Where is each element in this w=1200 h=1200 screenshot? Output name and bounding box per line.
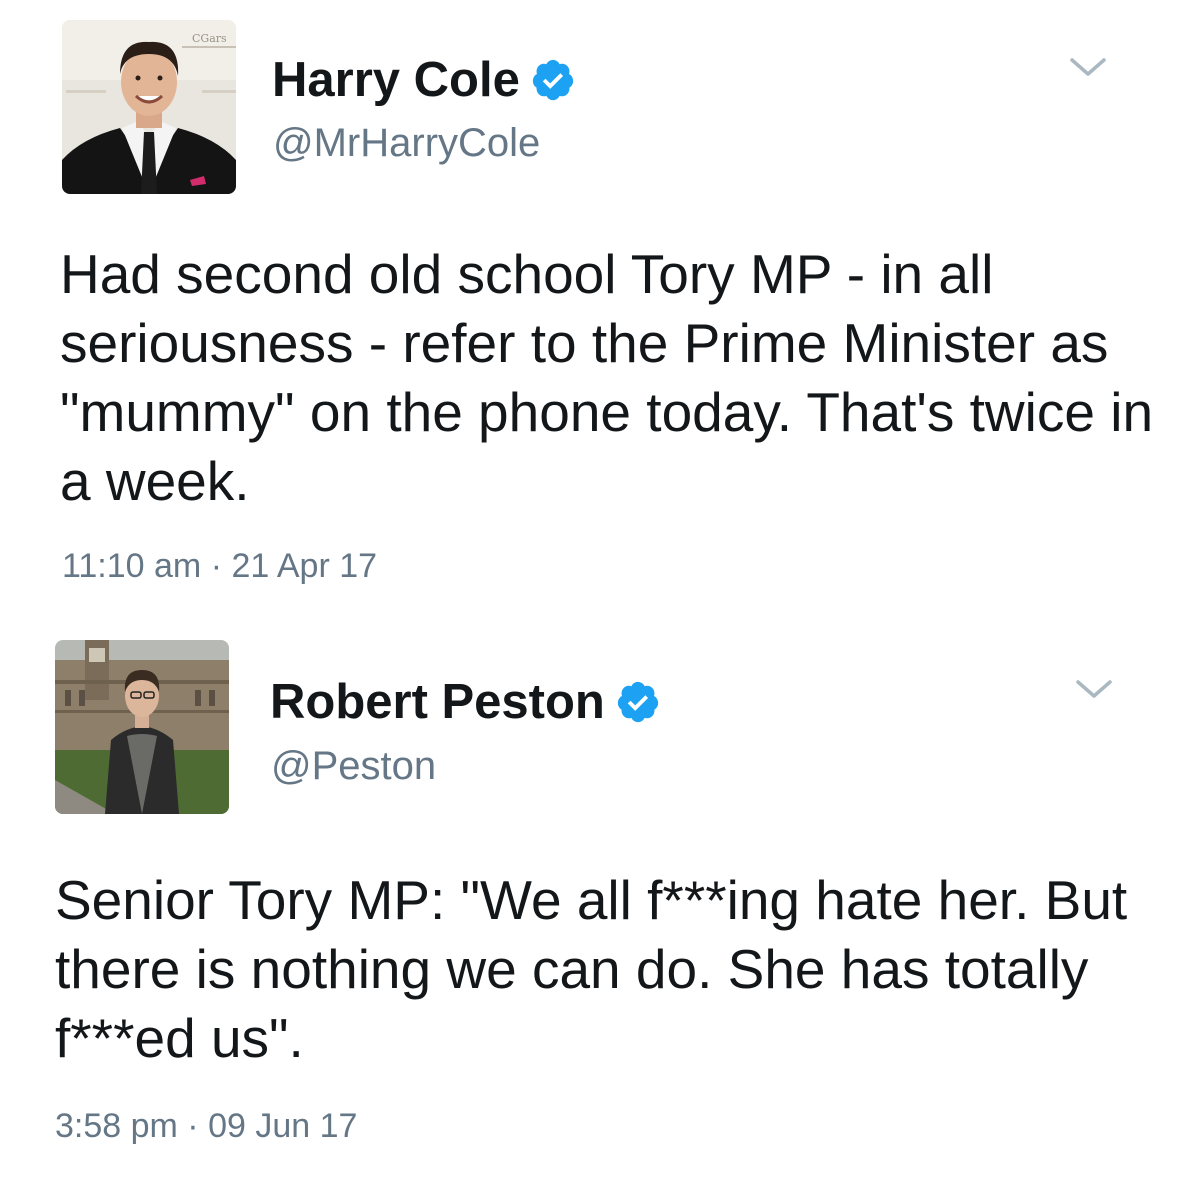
display-name-text: Robert Peston [270, 675, 605, 729]
tweet[interactable]: Robert Peston @Peston Senior Tory MP: "W… [0, 620, 1200, 1200]
tweet-date: 21 Apr 17 [231, 547, 378, 585]
avatar-photo: CGars [62, 20, 236, 194]
meta-separator: · [177, 1107, 209, 1145]
chevron-down-icon[interactable] [1068, 52, 1108, 82]
display-name[interactable]: Harry Cole [272, 52, 576, 108]
tweet-timestamp[interactable]: 11:10 am · 21 Apr 17 [62, 546, 377, 586]
chevron-down-icon[interactable] [1074, 674, 1114, 704]
tweet-text: Senior Tory MP: "We all f***ing hate her… [55, 869, 1128, 1069]
avatar[interactable]: CGars [62, 20, 236, 194]
verified-badge-icon [530, 57, 576, 103]
user-handle[interactable]: @Peston [271, 743, 436, 789]
verified-badge-icon [615, 679, 661, 725]
display-name[interactable]: Robert Peston [270, 674, 661, 730]
tweet-time: 11:10 am [62, 547, 202, 585]
avatar-sign-text: CGars [192, 32, 227, 45]
display-name-text: Harry Cole [272, 53, 520, 107]
tweet-text: Had second old school Tory MP - in all s… [60, 243, 1154, 512]
tweet-feed: CGars Harry Cole @MrHarryCole Had second… [0, 0, 1200, 1200]
avatar-photo [55, 640, 229, 814]
avatar[interactable] [55, 640, 229, 814]
user-handle[interactable]: @MrHarryCole [273, 120, 540, 166]
meta-separator: · [201, 547, 232, 585]
tweet-timestamp[interactable]: 3:58 pm · 09 Jun 17 [55, 1106, 357, 1146]
tweet[interactable]: CGars Harry Cole @MrHarryCole Had second… [0, 0, 1200, 620]
tweet-time: 3:58 pm [55, 1107, 178, 1145]
tweet-date: 09 Jun 17 [208, 1107, 358, 1145]
